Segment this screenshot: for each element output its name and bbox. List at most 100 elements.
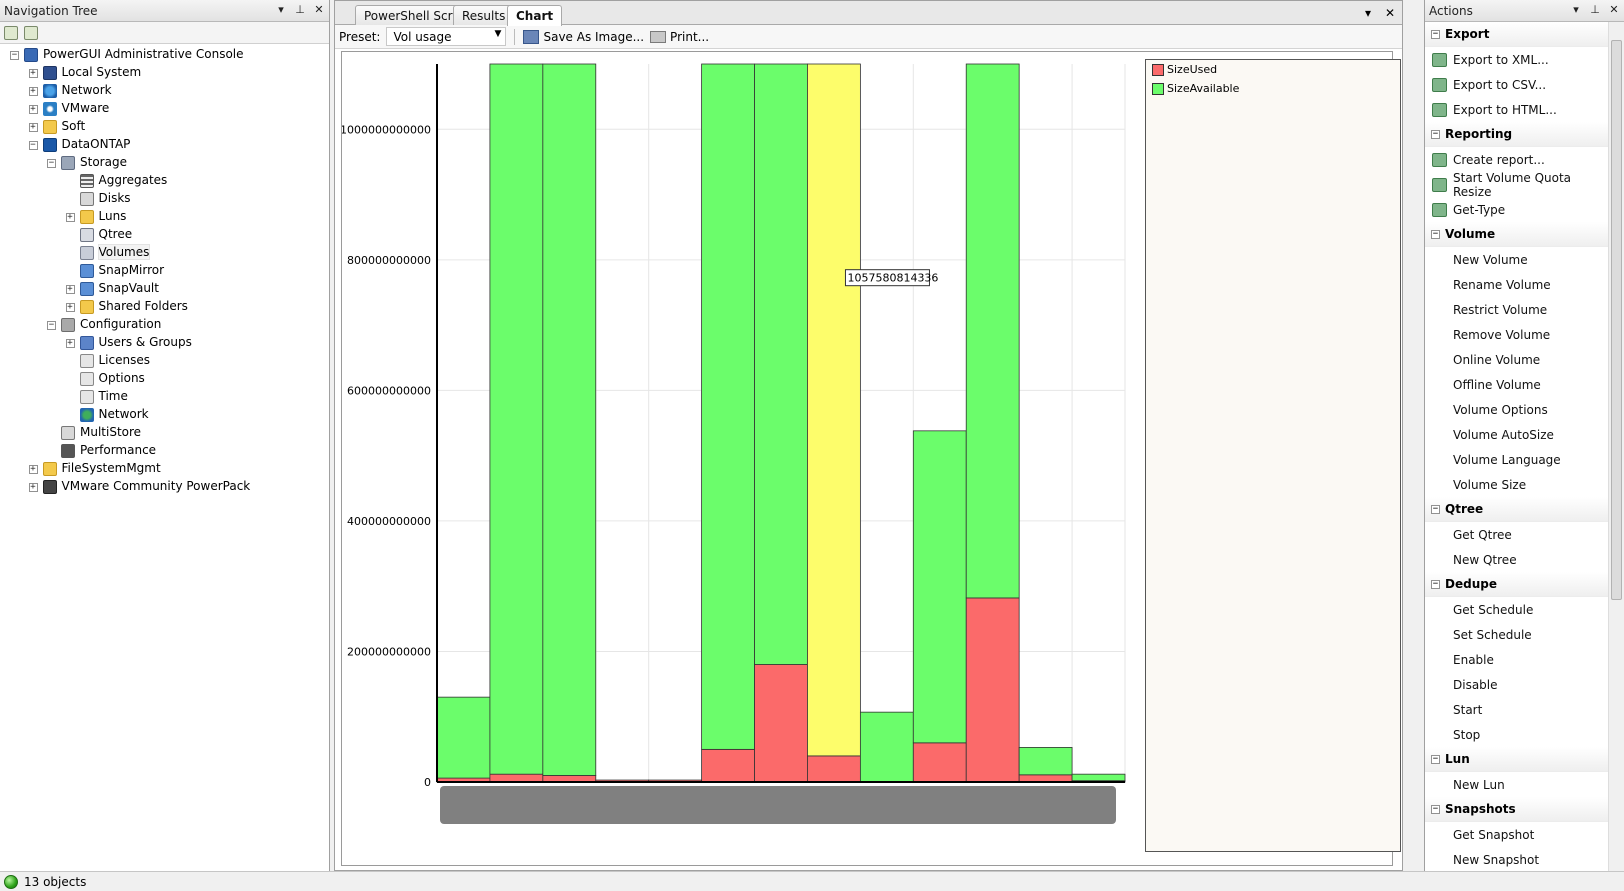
- actions-scrollbar[interactable]: [1608, 22, 1624, 871]
- tree-node[interactable]: + Network: [0, 82, 329, 100]
- action-item[interactable]: Export to HTML...: [1425, 97, 1608, 122]
- bar-size-available: [489, 63, 544, 775]
- expand-icon[interactable]: +: [28, 69, 38, 78]
- collapse-icon[interactable]: −: [47, 159, 56, 168]
- tree-node[interactable]: Disks: [0, 190, 329, 208]
- actions-section-snapshots[interactable]: − Snapshots: [1425, 797, 1608, 822]
- dropdown-icon[interactable]: ▾: [275, 3, 287, 16]
- action-item[interactable]: Remove Volume: [1425, 322, 1608, 347]
- tree-node[interactable]: + Luns: [0, 208, 329, 226]
- action-item[interactable]: Volume Options: [1425, 397, 1608, 422]
- value-tooltip: 1057580814336: [847, 272, 938, 285]
- expand-icon[interactable]: +: [65, 213, 75, 222]
- close-icon[interactable]: ✕: [313, 3, 325, 16]
- pin-icon[interactable]: ⊥: [294, 3, 306, 16]
- collapse-icon[interactable]: −: [10, 51, 19, 60]
- tree-node[interactable]: + SnapVault: [0, 280, 329, 298]
- tree-node[interactable]: SnapMirror: [0, 262, 329, 280]
- tree-node[interactable]: + FileSystemMgmt: [0, 460, 329, 478]
- action-item[interactable]: New Qtree: [1425, 547, 1608, 572]
- expand-icon[interactable]: +: [28, 465, 38, 474]
- save-as-image-button[interactable]: Save As Image...: [523, 29, 644, 44]
- expand-icon[interactable]: +: [28, 483, 38, 492]
- action-item[interactable]: Get Schedule: [1425, 597, 1608, 622]
- tree-node[interactable]: + Users & Groups: [0, 334, 329, 352]
- action-item[interactable]: Get Qtree: [1425, 522, 1608, 547]
- action-item[interactable]: New Snapshot: [1425, 847, 1608, 872]
- collapse-icon[interactable]: −: [47, 321, 56, 330]
- action-item[interactable]: Export to XML...: [1425, 47, 1608, 72]
- action-item[interactable]: Online Volume: [1425, 347, 1608, 372]
- action-item[interactable]: New Volume: [1425, 247, 1608, 272]
- tree-node[interactable]: + Soft: [0, 118, 329, 136]
- tree-node[interactable]: Aggregates: [0, 172, 329, 190]
- tree-node[interactable]: MultiStore: [0, 424, 329, 442]
- refresh-icon[interactable]: [4, 25, 18, 40]
- tab-close-icon[interactable]: ✕: [1384, 6, 1396, 20]
- action-item[interactable]: Get-Type: [1425, 197, 1608, 222]
- collapse-icon[interactable]: −: [1431, 30, 1440, 39]
- scrollbar-thumb[interactable]: [1611, 40, 1622, 600]
- collapse-icon[interactable]: −: [1431, 755, 1440, 764]
- action-item[interactable]: Volume AutoSize: [1425, 422, 1608, 447]
- action-item[interactable]: Create report...: [1425, 147, 1608, 172]
- action-item[interactable]: Export to CSV...: [1425, 72, 1608, 97]
- action-item[interactable]: Stop: [1425, 722, 1608, 747]
- pin-icon[interactable]: ⊥: [1589, 3, 1601, 16]
- action-item[interactable]: Volume Size: [1425, 472, 1608, 497]
- expand-icon[interactable]: +: [28, 87, 38, 96]
- action-item[interactable]: Disable: [1425, 672, 1608, 697]
- action-item[interactable]: Start Volume Quota Resize: [1425, 171, 1608, 199]
- action-item[interactable]: Set Schedule: [1425, 622, 1608, 647]
- tree-node[interactable]: + VMware: [0, 100, 329, 118]
- tree-node[interactable]: − Storage: [0, 154, 329, 172]
- collapse-icon[interactable]: −: [1431, 805, 1440, 814]
- expand-icon[interactable]: +: [65, 303, 75, 312]
- expand-icon[interactable]: +: [28, 123, 38, 132]
- actions-section-volume[interactable]: − Volume: [1425, 222, 1608, 247]
- tree-node[interactable]: Network: [0, 406, 329, 424]
- collapse-icon[interactable]: −: [1431, 580, 1440, 589]
- close-icon[interactable]: ✕: [1608, 3, 1620, 16]
- preset-dropdown[interactable]: Vol usage ▼: [386, 27, 507, 46]
- tree-node[interactable]: Options: [0, 370, 329, 388]
- action-item[interactable]: Start: [1425, 697, 1608, 722]
- collapse-icon[interactable]: −: [1431, 505, 1440, 514]
- expand-icon[interactable]: +: [28, 105, 38, 114]
- actions-section-dedupe[interactable]: − Dedupe: [1425, 572, 1608, 597]
- properties-icon[interactable]: [24, 25, 38, 40]
- tree-node[interactable]: Performance: [0, 442, 329, 460]
- tree-node[interactable]: − PowerGUI Administrative Console: [0, 46, 329, 64]
- tab-dropdown-icon[interactable]: ▾: [1362, 6, 1374, 20]
- tree-node[interactable]: Qtree: [0, 226, 329, 244]
- tab-chart[interactable]: Chart: [507, 5, 563, 26]
- tree-node[interactable]: Time: [0, 388, 329, 406]
- collapse-icon[interactable]: −: [1431, 130, 1440, 139]
- tree-node[interactable]: + Shared Folders: [0, 298, 329, 316]
- action-label: New Snapshot: [1453, 852, 1540, 867]
- tree-node[interactable]: Licenses: [0, 352, 329, 370]
- tree-node[interactable]: + Local System: [0, 64, 329, 82]
- tree-node[interactable]: + VMware Community PowerPack: [0, 478, 329, 496]
- action-item[interactable]: Enable: [1425, 647, 1608, 672]
- action-item[interactable]: Volume Language: [1425, 447, 1608, 472]
- expand-icon[interactable]: +: [65, 285, 75, 294]
- action-item[interactable]: New Lun: [1425, 772, 1608, 797]
- action-item[interactable]: Restrict Volume: [1425, 297, 1608, 322]
- collapse-icon[interactable]: −: [28, 141, 38, 150]
- collapse-icon[interactable]: −: [1431, 230, 1440, 239]
- actions-section-qtree[interactable]: − Qtree: [1425, 497, 1608, 522]
- actions-section-export[interactable]: − Export: [1425, 22, 1608, 47]
- actions-section-lun[interactable]: − Lun: [1425, 747, 1608, 772]
- tree-node[interactable]: Volumes: [0, 244, 329, 262]
- action-item[interactable]: Get Snapshot: [1425, 822, 1608, 847]
- tab-results[interactable]: Results: [453, 5, 515, 25]
- action-item[interactable]: Rename Volume: [1425, 272, 1608, 297]
- tree-node[interactable]: − DataONTAP: [0, 136, 329, 154]
- print-button[interactable]: Print...: [650, 30, 709, 44]
- dropdown-icon[interactable]: ▾: [1570, 3, 1582, 16]
- action-item[interactable]: Offline Volume: [1425, 372, 1608, 397]
- tree-node[interactable]: − Configuration: [0, 316, 329, 334]
- actions-section-reporting[interactable]: − Reporting: [1425, 122, 1608, 147]
- expand-icon[interactable]: +: [65, 339, 75, 348]
